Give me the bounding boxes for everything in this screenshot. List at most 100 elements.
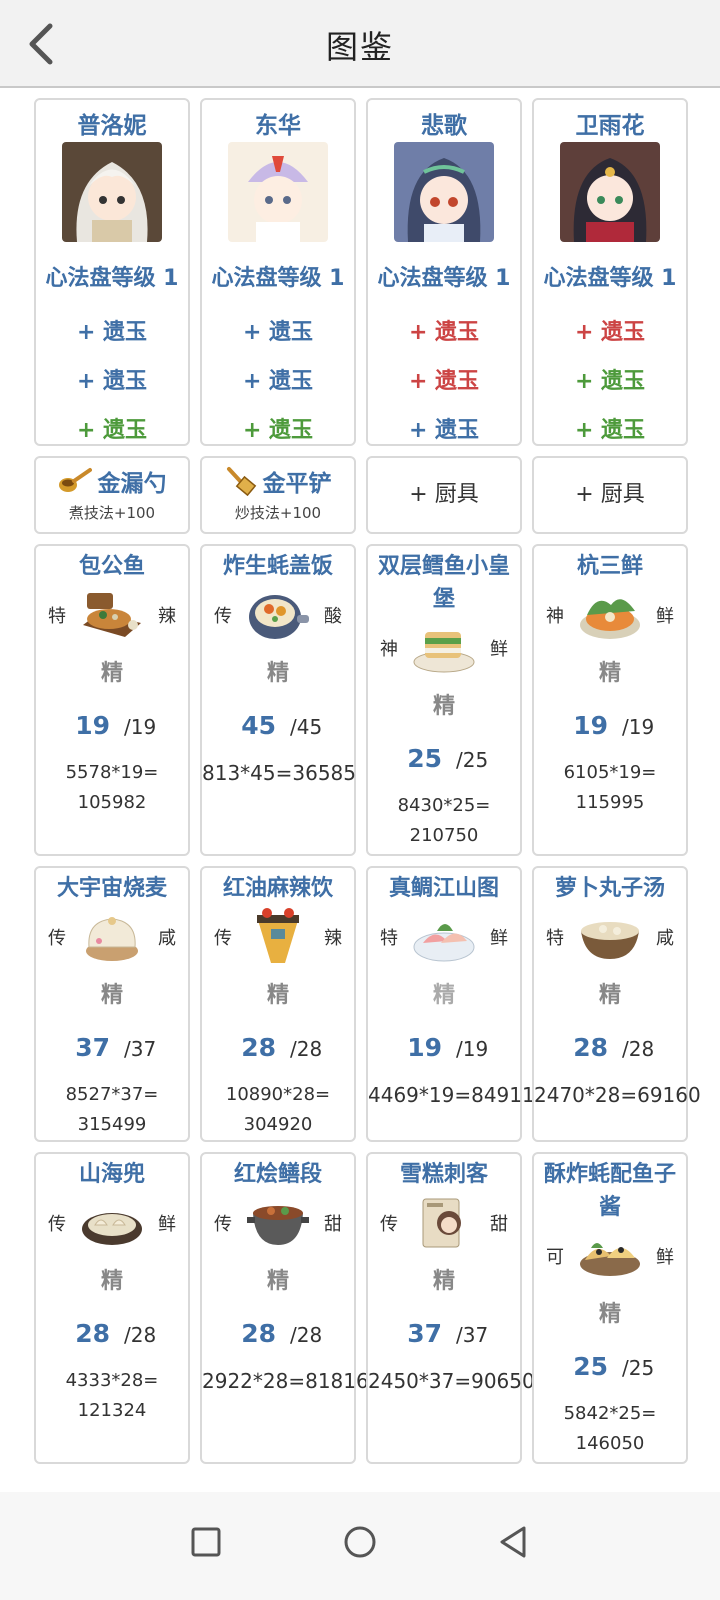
chef-card[interactable]: 卫雨花 心法盘等级 1 + 遗玉 + 遗玉 + 遗玉 bbox=[532, 98, 688, 446]
ladle-icon bbox=[58, 468, 92, 492]
dish-taste: 辣 bbox=[324, 928, 342, 949]
dish-rarity: 特 bbox=[380, 928, 398, 949]
dish-card[interactable]: 山海兜 传 鲜 精 28 /28 4333*28= 121324 bbox=[34, 1152, 190, 1464]
dish-card[interactable]: 包公鱼 特 辣 精 19 /19 5578*19= 105982 bbox=[34, 544, 190, 856]
add-jade-button[interactable]: + 遗玉 bbox=[534, 412, 686, 443]
dish-rank: 精 bbox=[432, 694, 455, 719]
add-jade-button[interactable]: + 遗玉 bbox=[368, 412, 520, 443]
dish-rarity: 传 bbox=[48, 928, 66, 949]
dish-total: /28 bbox=[290, 1323, 323, 1347]
chef-card[interactable]: 普洛妮 心法盘等级 1 + 遗玉 + 遗玉 + 遗玉 bbox=[34, 98, 190, 446]
add-jade-button[interactable]: + 遗玉 bbox=[202, 314, 354, 345]
back-triangle-icon[interactable] bbox=[484, 1512, 544, 1572]
dish-count: 25 bbox=[407, 744, 442, 773]
dish-rarity: 神 bbox=[546, 606, 564, 627]
dish-count: 28 bbox=[241, 1033, 276, 1062]
dish-score-formula: 2922*28=81816 bbox=[202, 1369, 369, 1393]
chef-row: 普洛妮 心法盘等级 1 + 遗玉 + 遗玉 + 遗玉 东华 心法盘等级 1 + … bbox=[34, 98, 690, 446]
add-jade-button[interactable]: + 遗玉 bbox=[534, 363, 686, 394]
chef-name: 普洛妮 bbox=[77, 113, 147, 139]
dish-taste: 咸 bbox=[656, 928, 674, 949]
dish-card[interactable]: 红烩鳝段 传 甜 精 28 /28 2922*28=81816 bbox=[200, 1152, 369, 1464]
stew-pot-icon bbox=[247, 1206, 309, 1245]
ice-cream-icon bbox=[422, 1198, 461, 1248]
tool-description: 煮技法+100 bbox=[68, 504, 156, 522]
tool-card[interactable]: 金平铲 炒技法+100 bbox=[200, 456, 356, 534]
dish-card[interactable]: 红油麻辣饮 传 辣 精 28 /28 10890*28= 304920 bbox=[200, 866, 356, 1142]
spicy-drink-icon bbox=[257, 908, 299, 963]
dish-total: /45 bbox=[290, 715, 323, 739]
add-jade-button[interactable]: + 遗玉 bbox=[368, 363, 520, 394]
dish-row: 包公鱼 特 辣 精 19 /19 5578*19= 105982 炸生蚝盖饭 传… bbox=[34, 544, 690, 856]
sashimi-icon bbox=[413, 924, 475, 962]
chef-avatar bbox=[560, 142, 660, 242]
dish-name: 真鲷江山图 bbox=[388, 876, 499, 901]
dish-card[interactable]: 杭三鲜 神 鲜 精 19 /19 6105*19= 115995 bbox=[532, 544, 688, 856]
burger-icon bbox=[413, 632, 475, 673]
add-jade-button[interactable]: + 遗玉 bbox=[368, 314, 520, 345]
add-jade-button[interactable]: + 遗玉 bbox=[202, 412, 354, 443]
add-jade-button[interactable]: + 遗玉 bbox=[36, 314, 188, 345]
chef-avatar bbox=[394, 142, 494, 242]
recents-square-icon[interactable] bbox=[176, 1512, 236, 1572]
dish-rarity: 传 bbox=[214, 606, 232, 627]
dish-card[interactable]: 大宇宙烧麦 传 咸 精 37 /37 8527*37= 315499 bbox=[34, 866, 190, 1142]
rice-bowl-icon bbox=[249, 595, 309, 639]
mindset-level: 心法盘等级 1 bbox=[45, 266, 179, 291]
tool-card[interactable]: 金漏勺 煮技法+100 bbox=[34, 456, 190, 534]
chef-card[interactable]: 悲歌 心法盘等级 1 + 遗玉 + 遗玉 + 遗玉 bbox=[366, 98, 522, 446]
dish-card[interactable]: 双层鳕鱼小皇堡 神 鲜 精 25 /25 8430*25= 210750 bbox=[366, 544, 522, 856]
add-tool-button[interactable]: + 厨具 bbox=[366, 456, 522, 534]
spatula-icon bbox=[226, 467, 256, 496]
dish-name: 包公鱼 bbox=[78, 554, 145, 579]
dish-score-formula: 8527*37= 315499 bbox=[65, 1084, 159, 1135]
dish-card[interactable]: 萝卜丸子汤 特 咸 精 28 /28 2470*28=69160 bbox=[532, 866, 701, 1142]
dish-name: 雪糕刺客 bbox=[399, 1162, 488, 1187]
fried-oyster-icon bbox=[580, 1243, 640, 1276]
dish-rank: 精 bbox=[432, 1269, 455, 1294]
dish-rank: 精 bbox=[266, 983, 289, 1008]
add-jade-button[interactable]: + 遗玉 bbox=[36, 412, 188, 443]
dish-name: 杭三鲜 bbox=[576, 554, 643, 579]
home-circle-icon[interactable] bbox=[330, 1512, 390, 1572]
dish-card[interactable]: 雪糕刺客 传 甜 精 37 /37 2450*37=90650 bbox=[366, 1152, 535, 1464]
shaomai-icon bbox=[86, 917, 138, 961]
dish-row: 大宇宙烧麦 传 咸 精 37 /37 8527*37= 315499 红油麻辣饮 bbox=[34, 866, 701, 1142]
add-tool-button[interactable]: + 厨具 bbox=[532, 456, 688, 534]
dish-score-formula: 2450*37=90650 bbox=[368, 1369, 535, 1393]
dish-rank: 精 bbox=[598, 1302, 621, 1327]
tool-name: 金平铲 bbox=[262, 471, 332, 497]
tool-name: 金漏勺 bbox=[97, 471, 167, 497]
dish-rarity: 传 bbox=[214, 1214, 232, 1235]
dish-name: 炸生蚝盖饭 bbox=[222, 554, 333, 579]
dish-rank: 精 bbox=[598, 983, 621, 1008]
dish-taste: 鲜 bbox=[656, 1247, 674, 1268]
dish-count: 37 bbox=[407, 1319, 442, 1348]
add-jade-button[interactable]: + 遗玉 bbox=[36, 363, 188, 394]
chef-name: 悲歌 bbox=[421, 113, 467, 139]
chef-avatar bbox=[62, 142, 162, 242]
add-jade-button[interactable]: + 遗玉 bbox=[534, 314, 686, 345]
chef-name: 卫雨花 bbox=[575, 113, 645, 139]
chef-avatar bbox=[228, 142, 328, 242]
system-nav-bar bbox=[0, 1492, 720, 1600]
dish-count: 28 bbox=[75, 1319, 110, 1348]
dish-name: 红烩鳝段 bbox=[233, 1162, 322, 1187]
add-tool-label: + 厨具 bbox=[575, 482, 645, 507]
add-jade-button[interactable]: + 遗玉 bbox=[202, 363, 354, 394]
chef-card[interactable]: 东华 心法盘等级 1 + 遗玉 + 遗玉 + 遗玉 bbox=[200, 98, 356, 446]
dish-rank: 精 bbox=[100, 983, 123, 1008]
dish-card[interactable]: 真鲷江山图 特 鲜 精 19 /19 4469*19=84911 bbox=[366, 866, 535, 1142]
dish-taste: 鲜 bbox=[490, 928, 508, 949]
dish-card[interactable]: 酥炸蚝配鱼子酱 可 鲜 精 25 /25 5842*25= 146050 bbox=[532, 1152, 688, 1464]
dish-total: /37 bbox=[124, 1037, 157, 1061]
dish-total: /28 bbox=[290, 1037, 323, 1061]
dish-card[interactable]: 炸生蚝盖饭 传 酸 精 45 /45 813*45=36585 bbox=[200, 544, 356, 856]
mindset-level: 心法盘等级 1 bbox=[543, 266, 677, 291]
dish-score-formula: 6105*19= 115995 bbox=[563, 762, 657, 813]
dish-score-formula: 5578*19= 105982 bbox=[65, 762, 159, 813]
add-tool-label: + 厨具 bbox=[409, 482, 479, 507]
dish-total: /19 bbox=[456, 1037, 489, 1061]
dish-rank: 精 bbox=[266, 1269, 289, 1294]
tool-description: 炒技法+100 bbox=[234, 504, 322, 522]
